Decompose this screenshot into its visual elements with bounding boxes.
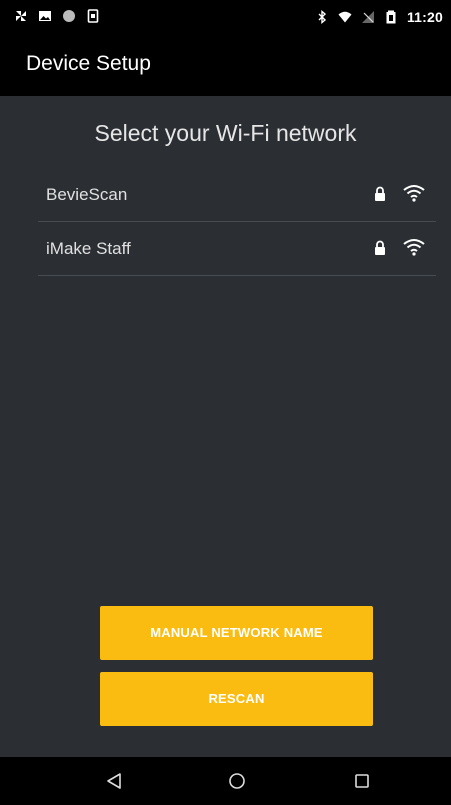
navigation-bar — [0, 757, 451, 805]
dot-icon — [63, 10, 75, 22]
rescan-button[interactable]: RESCAN — [100, 672, 373, 726]
image-icon — [39, 11, 51, 21]
wifi-signal-icon — [338, 11, 352, 23]
lock-icon — [375, 186, 385, 201]
status-right-icons: 11:20 — [315, 9, 443, 25]
app-bar: Device Setup — [0, 38, 451, 96]
status-left-icons — [14, 9, 100, 23]
lock-icon — [375, 240, 385, 255]
back-icon[interactable] — [102, 769, 126, 793]
page-heading: Select your Wi-Fi network — [94, 120, 357, 146]
network-row-beviescan[interactable]: BevieScan — [38, 168, 436, 222]
home-icon[interactable] — [225, 769, 249, 793]
wifi-icon — [403, 185, 425, 202]
pinwheel-icon — [16, 11, 26, 21]
wifi-icon — [403, 239, 425, 256]
recents-icon[interactable] — [350, 769, 374, 793]
battery-icon — [386, 10, 396, 24]
device-screen: 11:20 Device Setup Select your Wi-Fi net… — [0, 0, 451, 805]
network-row-imake-staff[interactable]: iMake Staff — [38, 222, 436, 276]
network-name: BevieScan — [46, 185, 128, 204]
bluetooth-icon — [318, 10, 326, 24]
cell-no-signal-icon — [361, 11, 374, 23]
app-title: Device Setup — [26, 52, 151, 75]
manual-network-name-button[interactable]: MANUAL NETWORK NAME — [100, 606, 373, 660]
device-icon — [87, 9, 99, 23]
status-time: 11:20 — [406, 9, 443, 25]
network-list: BevieScan iMake Staff — [38, 168, 436, 276]
network-name: iMake Staff — [46, 239, 131, 258]
status-bar: 11:20 — [0, 0, 451, 38]
